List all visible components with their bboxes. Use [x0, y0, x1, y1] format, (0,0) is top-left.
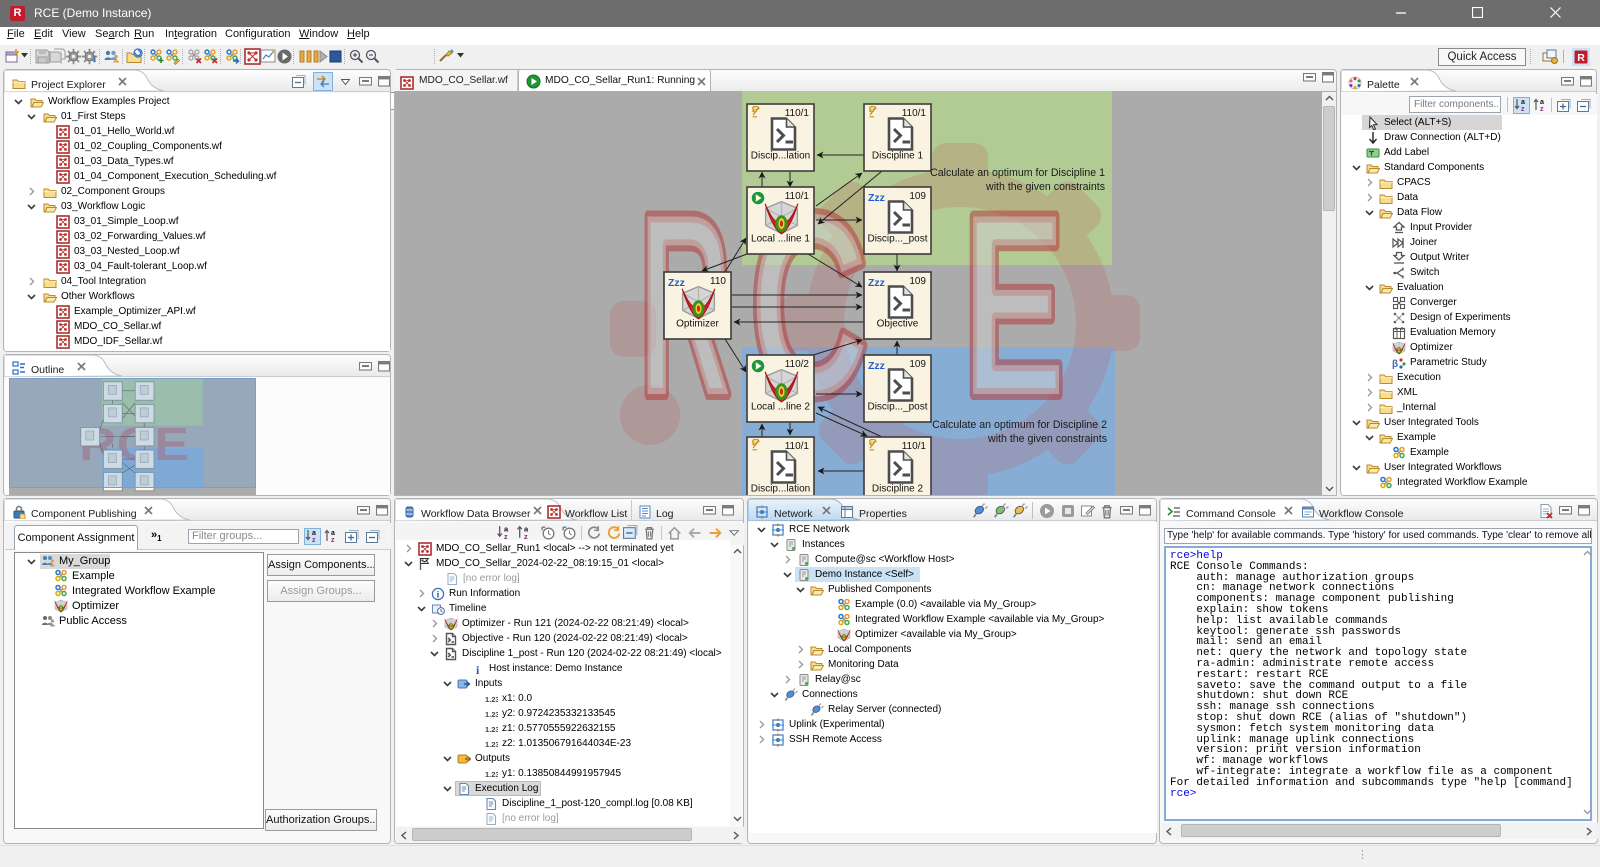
- svg-text:110/1: 110/1: [902, 441, 927, 452]
- svg-text:109: 109: [909, 359, 926, 370]
- svg-text:Discipline 1: Discipline 1: [872, 151, 924, 162]
- svg-text:i: i: [476, 663, 480, 676]
- svg-text:109: 109: [909, 276, 926, 287]
- svg-text:Zzz: Zzz: [868, 360, 885, 372]
- svg-text:110/1: 110/1: [785, 191, 810, 202]
- svg-text:110/2: 110/2: [785, 359, 810, 370]
- svg-text:i: i: [437, 590, 440, 600]
- svg-text:Zzz: Zzz: [668, 277, 685, 289]
- svg-text:109: 109: [909, 191, 926, 202]
- svg-text:Discip..._post: Discip..._post: [867, 402, 927, 413]
- svg-text:110/1: 110/1: [785, 441, 810, 452]
- svg-text:1.23: 1.23: [485, 710, 498, 719]
- svg-text:i: i: [94, 54, 97, 64]
- svg-text:with the given constraints: with the given constraints: [985, 181, 1105, 193]
- svg-text:a: a: [1521, 99, 1525, 106]
- svg-text:110/1: 110/1: [785, 108, 810, 119]
- svg-text:Calculate an optimum for Disci: Calculate an optimum for Discipline 2: [932, 419, 1107, 431]
- svg-text:Discip...lation: Discip...lation: [751, 484, 810, 495]
- svg-text:a: a: [1540, 99, 1544, 106]
- svg-text:z: z: [331, 537, 335, 544]
- svg-text:z: z: [1540, 106, 1544, 113]
- svg-text:Calculate an optimum for Disci: Calculate an optimum for Discipline 1: [930, 167, 1105, 179]
- svg-text:Local ...line 2: Local ...line 2: [751, 402, 810, 413]
- svg-text:a: a: [312, 530, 316, 537]
- svg-text:110: 110: [710, 276, 726, 287]
- svg-text:R: R: [1577, 52, 1585, 64]
- svg-text:1.23: 1.23: [485, 695, 498, 704]
- svg-text:with the given constraints: with the given constraints: [987, 433, 1107, 445]
- svg-text:E: E: [963, 160, 1065, 449]
- svg-text:Objective: Objective: [877, 319, 919, 330]
- svg-text:β: β: [1392, 359, 1398, 370]
- svg-text:110/1: 110/1: [902, 108, 927, 119]
- svg-text:a: a: [331, 530, 335, 537]
- svg-text:1.23: 1.23: [485, 770, 498, 779]
- svg-text:1.23: 1.23: [485, 725, 498, 734]
- svg-text:z: z: [1521, 106, 1525, 113]
- svg-text:Discipline 2: Discipline 2: [872, 484, 924, 495]
- svg-text:Zzz: Zzz: [868, 192, 885, 204]
- svg-text:z: z: [312, 537, 316, 544]
- svg-text:Discip..._post: Discip..._post: [867, 234, 927, 245]
- svg-text:Zzz: Zzz: [868, 277, 885, 289]
- svg-text:Optimizer: Optimizer: [676, 319, 719, 330]
- svg-text:1.23: 1.23: [485, 740, 498, 749]
- svg-text:Local ...line 1: Local ...line 1: [751, 234, 810, 245]
- svg-text:Discip...lation: Discip...lation: [751, 151, 810, 162]
